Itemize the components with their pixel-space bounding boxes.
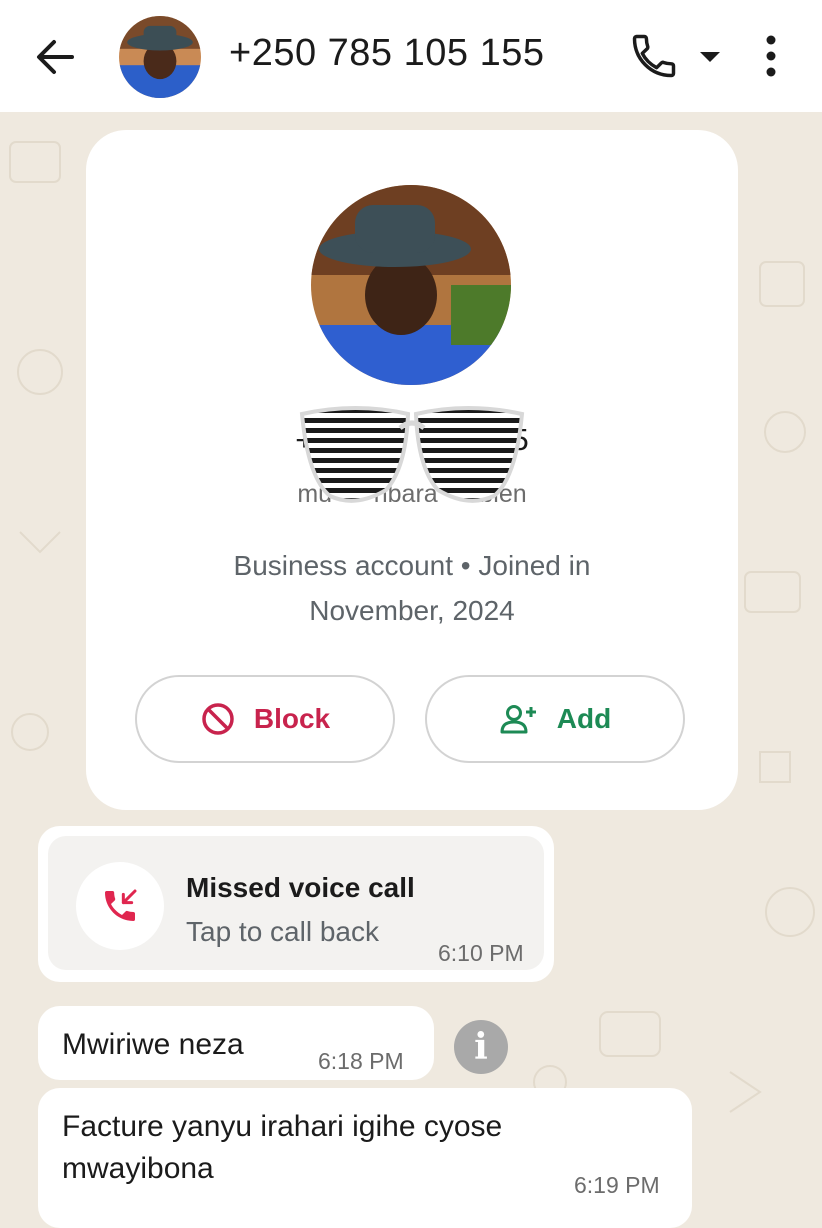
- add-label: Add: [556, 703, 612, 734]
- voice-call-button[interactable]: [628, 30, 680, 82]
- contact-title[interactable]: +250 785 105 155: [229, 32, 544, 75]
- business-account-info: Business account • Joined in November, 2…: [176, 543, 648, 633]
- account-type-line: Business account • Joined in: [233, 550, 591, 581]
- phone-icon: [632, 34, 676, 78]
- missed-call-title: Missed voice call: [186, 872, 415, 903]
- block-label: Block: [253, 703, 331, 734]
- missed-call-card[interactable]: Missed voice call Tap to call back 6:10 …: [48, 836, 544, 970]
- info-icon[interactable]: i: [454, 1020, 508, 1074]
- top-app-bar: +250 785 105 155: [0, 0, 822, 112]
- add-contact-button[interactable]: Add: [425, 675, 685, 763]
- contact-profile-photo[interactable]: [311, 185, 511, 385]
- message-text: Facture yanyu irahari igihe cyose mwayib…: [62, 1110, 503, 1185]
- joined-date-line: November, 2024: [309, 595, 515, 626]
- message-timestamp: 6:10 PM: [438, 940, 524, 966]
- chevron-down-icon: [700, 52, 720, 62]
- missed-call-icon: [105, 889, 137, 921]
- contact-info-card: +2 155 mu nbara bien Business account • …: [86, 130, 738, 810]
- tap-to-call-back-label: Tap to call back: [186, 916, 379, 947]
- profile-photo-image: [311, 185, 511, 385]
- message-timestamp: 6:19 PM: [574, 1172, 660, 1198]
- contact-avatar[interactable]: [119, 16, 201, 98]
- more-options-button[interactable]: [752, 30, 790, 82]
- call-options-dropdown[interactable]: [694, 42, 726, 72]
- avatar-image: [119, 16, 201, 98]
- back-button[interactable]: [30, 32, 80, 82]
- block-icon: [202, 703, 234, 735]
- block-button[interactable]: Block: [135, 675, 395, 763]
- missed-call-icon-container: [76, 862, 164, 950]
- message-text: Mwiriwe neza: [62, 1028, 244, 1061]
- incoming-message[interactable]: Mwiriwe neza 6:18 PM: [38, 1006, 434, 1080]
- back-arrow-icon: [37, 40, 74, 74]
- message-timestamp: 6:18 PM: [318, 1048, 404, 1074]
- add-person-icon: [500, 705, 536, 734]
- more-vert-icon: [766, 35, 776, 77]
- missed-call-message: Missed voice call Tap to call back 6:10 …: [38, 826, 554, 982]
- incoming-message[interactable]: Facture yanyu irahari igihe cyose mwayib…: [38, 1088, 692, 1228]
- sunglasses-sticker-icon: [299, 406, 525, 503]
